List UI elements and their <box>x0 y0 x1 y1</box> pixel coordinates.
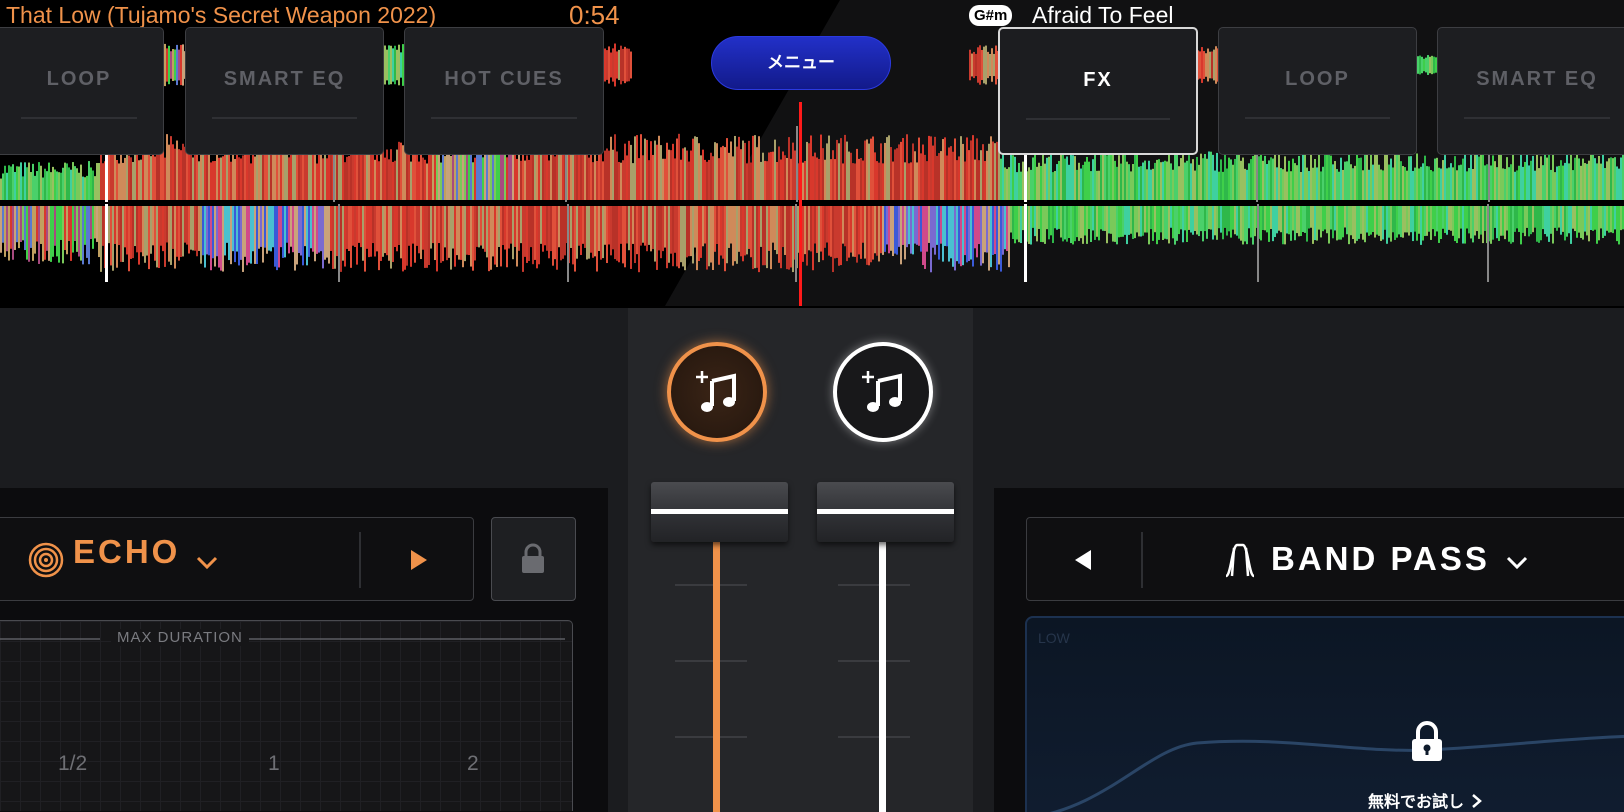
fader-tick <box>838 736 910 738</box>
left-track-title: That Low (Tujamo's Secret Weapon 2022) <box>6 2 437 28</box>
grid-title-lines <box>0 638 565 640</box>
right-tab-fx[interactable]: FX <box>998 27 1198 155</box>
tab-label: SMART EQ <box>223 68 346 90</box>
band-pass-area[interactable] <box>1025 616 1624 812</box>
free-trial-label: 無料でお試し <box>1368 794 1465 811</box>
tab-label: HOT CUES <box>444 68 564 90</box>
duration-half[interactable]: 1/2 <box>58 752 87 776</box>
divider <box>359 532 361 588</box>
right-tab-smart-eq[interactable]: SMART EQ <box>1437 27 1624 155</box>
fader-tick <box>838 584 910 586</box>
tab-label: LOOP <box>46 68 112 90</box>
right-tab-loop[interactable]: LOOP <box>1218 27 1417 155</box>
lock-icon <box>522 543 544 573</box>
echo-icon <box>28 542 64 578</box>
play-left-icon[interactable] <box>1073 549 1095 571</box>
right-volume-track <box>879 540 886 812</box>
left-fx-name: ECHO <box>73 533 181 570</box>
band-pass-icon <box>1224 543 1256 578</box>
play-icon[interactable] <box>409 549 429 571</box>
fader-tick <box>675 736 747 738</box>
fader-tick <box>838 660 910 662</box>
left-volume-fader[interactable] <box>651 482 788 542</box>
chevron-down-icon <box>1506 556 1528 570</box>
divider <box>1141 532 1143 588</box>
right-fx-name: BAND PASS <box>1271 540 1490 577</box>
left-volume-track <box>713 540 720 812</box>
right-track-title: Afraid To Feel <box>1032 2 1174 28</box>
band-pass-curve <box>1049 734 1624 812</box>
add-music-icon <box>862 371 902 412</box>
left-fx-lock-button[interactable] <box>491 517 576 601</box>
fader-tick <box>675 660 747 662</box>
left-tab-smart-eq[interactable]: SMART EQ <box>185 27 384 155</box>
key-badge: G#m <box>969 5 1013 26</box>
tab-label: FX <box>1083 69 1113 91</box>
right-volume-fader[interactable] <box>817 482 954 542</box>
right-add-music-button[interactable] <box>833 342 933 442</box>
lock-icon <box>1412 721 1442 761</box>
add-music-icon <box>696 371 736 412</box>
duration-two[interactable]: 2 <box>467 752 479 776</box>
duration-one[interactable]: 1 <box>268 752 280 776</box>
low-label: LOW <box>1038 630 1070 646</box>
tab-label: SMART EQ <box>1476 68 1598 90</box>
fader-tick <box>675 584 747 586</box>
free-trial-link[interactable]: 無料でお試し <box>1368 788 1483 812</box>
left-add-music-button[interactable] <box>667 342 767 442</box>
left-tab-loop[interactable]: LOOP <box>0 27 164 155</box>
left-fx-selector[interactable]: ECHO <box>0 517 474 601</box>
left-tab-hot-cues[interactable]: HOT CUES <box>404 27 604 155</box>
menu-button[interactable]: メニュー <box>711 36 891 90</box>
chevron-right-icon <box>1472 794 1483 808</box>
max-duration-label: MAX DURATION <box>111 629 249 646</box>
tab-label: LOOP <box>1285 68 1350 90</box>
chevron-down-icon <box>196 556 218 570</box>
